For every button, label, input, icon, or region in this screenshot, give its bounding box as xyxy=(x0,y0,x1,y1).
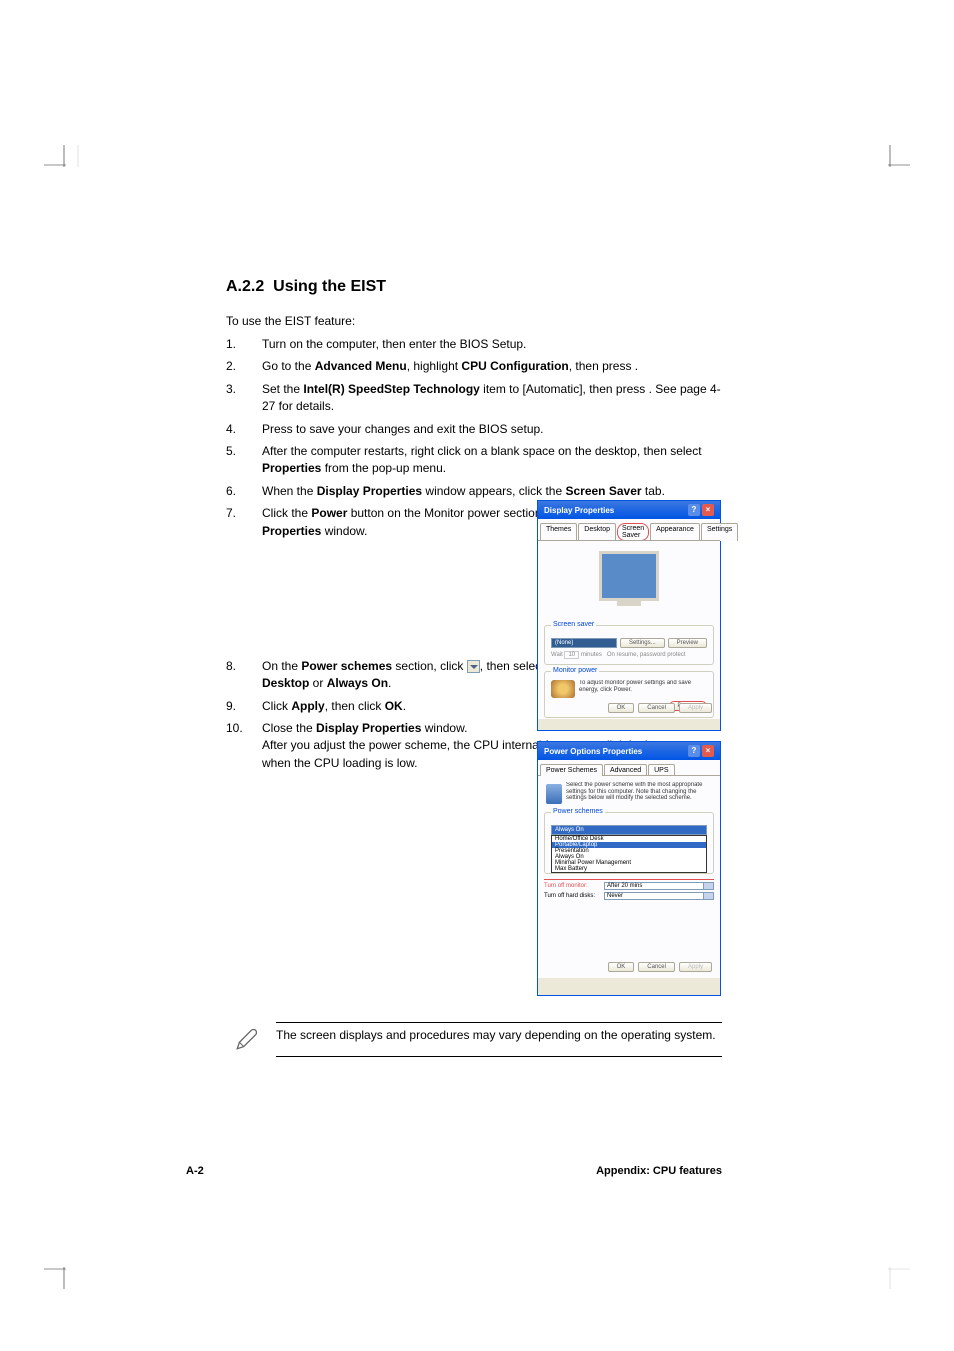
turn-off-hd-value: Never xyxy=(604,892,714,900)
step-text: Go to the Advanced Menu, highlight CPU C… xyxy=(262,358,722,375)
energy-star-icon xyxy=(551,680,575,698)
dialog-buttons: OK Cancel Apply xyxy=(608,962,712,972)
monitor-power-group-title: Monitor power xyxy=(551,667,599,674)
power-options-screenshot: Power Options Properties ? × Power Schem… xyxy=(537,741,721,996)
titlebar: Display Properties ? × xyxy=(538,501,720,519)
apply-button: Apply xyxy=(679,962,712,972)
cancel-button: Cancel xyxy=(638,962,675,972)
tab-appearance: Appearance xyxy=(650,523,700,541)
step-item: 4.Press to save your changes and exit th… xyxy=(226,421,722,438)
step-text: After the computer restarts, right click… xyxy=(262,443,722,478)
chapter-title: Appendix: CPU features xyxy=(596,1165,722,1177)
note-text: The screen displays and procedures may v… xyxy=(276,1022,722,1057)
ok-button: OK xyxy=(608,962,635,972)
crop-mark xyxy=(870,145,910,185)
step-number: 6. xyxy=(226,483,262,500)
step-text: Turn on the computer, then enter the BIO… xyxy=(262,336,722,353)
tab-screensaver-circled: Screen Saver xyxy=(617,523,649,541)
tab-desktop: Desktop xyxy=(578,523,616,541)
cancel-button: Cancel xyxy=(638,703,675,713)
step-number: 1. xyxy=(226,336,262,353)
turn-off-monitor-value: After 20 mins xyxy=(604,882,714,890)
step-text: Set the Intel(R) SpeedStep Technology it… xyxy=(262,381,722,416)
help-icon: ? xyxy=(688,504,700,516)
step-number: 3. xyxy=(226,381,262,416)
turn-off-monitor-label: Turn off monitor: xyxy=(544,883,604,889)
power-desc-text: Select the power scheme with the most ap… xyxy=(566,782,714,802)
step-number: 4. xyxy=(226,421,262,438)
turn-off-hd-label: Turn off hard disks: xyxy=(544,893,604,899)
crop-mark xyxy=(44,145,84,185)
screensaver-dropdown: (None) xyxy=(551,638,617,648)
step-text: When the Display Properties window appea… xyxy=(262,483,722,500)
battery-icon xyxy=(546,784,562,804)
tab-power-schemes: Power Schemes xyxy=(540,764,603,776)
monitor-preview-icon xyxy=(599,551,659,601)
tab-strip: Power Schemes Advanced UPS xyxy=(538,760,720,776)
power-scheme-options: Home/Office DeskPortable/LaptopPresentat… xyxy=(551,835,707,873)
tab-strip: Themes Desktop Screen Saver Appearance S… xyxy=(538,519,720,541)
step-text: Press to save your changes and exit the … xyxy=(262,421,722,438)
step-number: 5. xyxy=(226,443,262,478)
section-heading: A.2.2 Using the EIST xyxy=(226,278,722,296)
step-number: 7. xyxy=(226,505,262,540)
intro-text: To use the EIST feature: xyxy=(226,314,722,328)
display-properties-screenshot: Display Properties ? × Themes Desktop Sc… xyxy=(537,500,721,731)
monitor-power-text: To adjust monitor power settings and sav… xyxy=(579,680,707,693)
settings-button: Settings... xyxy=(620,638,665,648)
help-icon: ? xyxy=(688,745,700,757)
crop-mark xyxy=(870,1249,910,1289)
scheme-option: Max Battery xyxy=(552,866,706,872)
dropdown-icon xyxy=(467,660,480,673)
ok-button: OK xyxy=(608,703,635,713)
titlebar: Power Options Properties ? × xyxy=(538,742,720,760)
power-schemes-group-title: Power schemes xyxy=(551,808,605,815)
step-item: 1.Turn on the computer, then enter the B… xyxy=(226,336,722,353)
tab-settings: Settings xyxy=(701,523,738,541)
note-pencil-icon xyxy=(226,1022,276,1057)
step-number: 10. xyxy=(226,720,262,772)
apply-button: Apply xyxy=(679,703,712,713)
dialog-buttons: OK Cancel Apply xyxy=(608,703,712,713)
power-scheme-selected: Always On xyxy=(551,825,707,835)
preview-button: Preview xyxy=(668,638,707,648)
screensaver-group-title: Screen saver xyxy=(551,621,596,628)
step-number: 9. xyxy=(226,698,262,715)
step-item: 3.Set the Intel(R) SpeedStep Technology … xyxy=(226,381,722,416)
step-item: 5.After the computer restarts, right cli… xyxy=(226,443,722,478)
step-number: 8. xyxy=(226,658,262,693)
close-icon: × xyxy=(702,745,714,757)
crop-mark xyxy=(44,1249,84,1289)
page-number: A-2 xyxy=(186,1165,204,1177)
step-item: 2.Go to the Advanced Menu, highlight CPU… xyxy=(226,358,722,375)
tab-themes: Themes xyxy=(540,523,577,541)
step-number: 2. xyxy=(226,358,262,375)
close-icon: × xyxy=(702,504,714,516)
step-item: 6.When the Display Properties window app… xyxy=(226,483,722,500)
